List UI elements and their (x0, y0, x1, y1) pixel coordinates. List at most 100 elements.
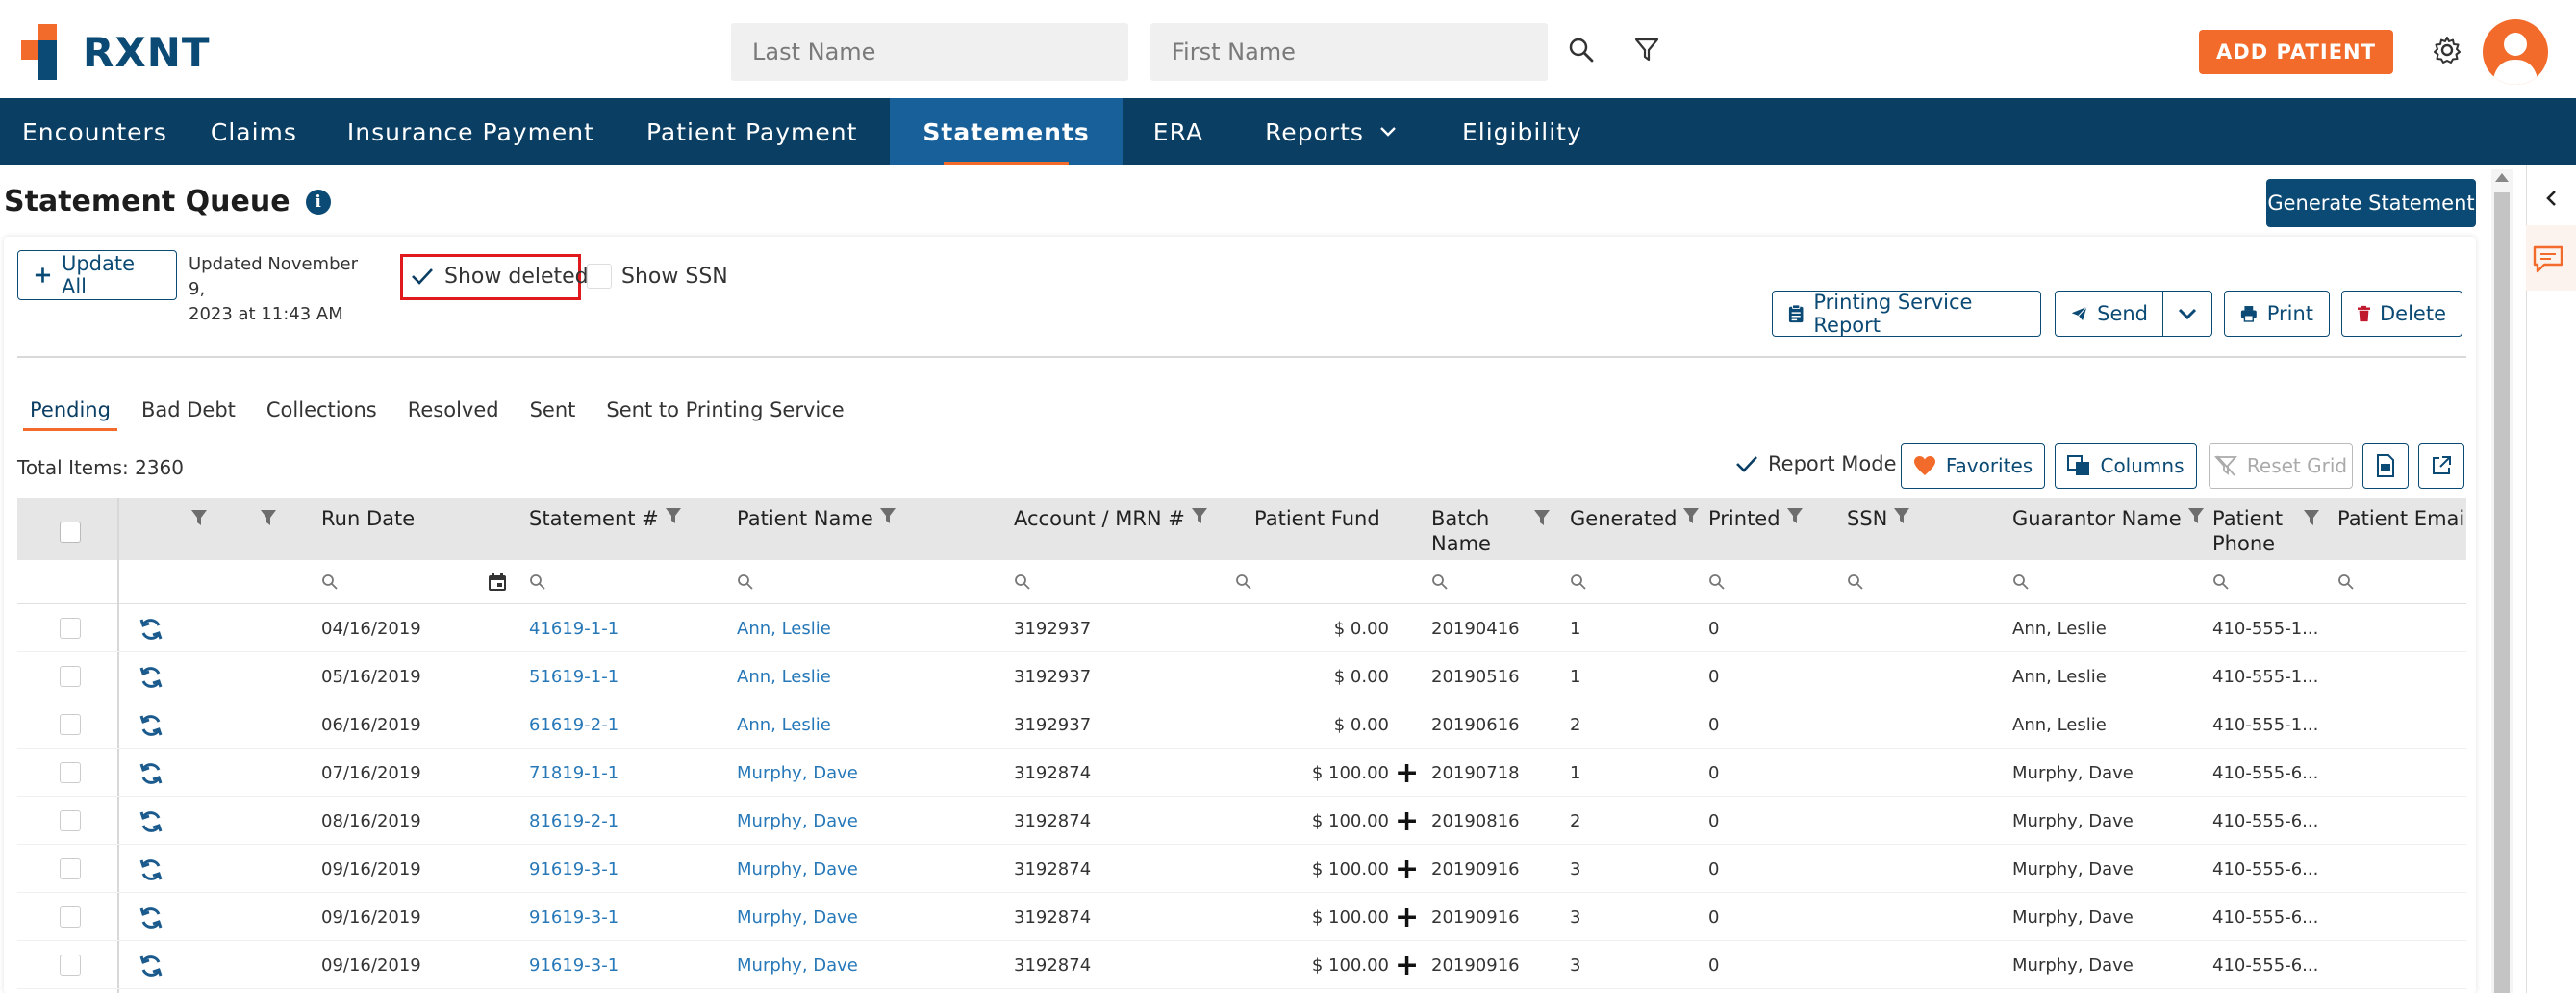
column-filter-icon[interactable] (1893, 506, 1910, 525)
cell-statement-link[interactable]: 81619-2-1 (529, 811, 619, 831)
chevron-left-icon[interactable] (2542, 189, 2562, 208)
column-filter-icon[interactable] (2303, 508, 2320, 527)
table-row[interactable]: 09/16/2019 91619-3-1 Murphy, Dave 319287… (17, 845, 2466, 893)
table-row[interactable]: 08/16/2019 81619-2-1 Murphy, Dave 319287… (17, 797, 2466, 845)
refresh-icon[interactable] (139, 857, 164, 882)
refresh-icon[interactable] (139, 905, 164, 930)
row-checkbox[interactable] (60, 666, 81, 687)
tab-bad-debt[interactable]: Bad Debt (129, 398, 248, 431)
nav-reports[interactable]: Reports (1236, 98, 1429, 166)
cell-statement-link[interactable]: 91619-3-1 (529, 955, 619, 976)
search-icon[interactable] (1847, 573, 1864, 591)
cell-statement-link[interactable]: 61619-2-1 (529, 715, 619, 735)
tab-sent-to-printing-service[interactable]: Sent to Printing Service (593, 398, 856, 431)
refresh-icon[interactable] (139, 665, 164, 690)
search-icon[interactable] (1014, 573, 1031, 591)
table-row[interactable]: 05/16/2019 51619-1-1 Ann, Leslie 3192937… (17, 652, 2466, 700)
row-checkbox[interactable] (60, 714, 81, 735)
header-generated[interactable]: Generated (1570, 506, 1700, 531)
tab-sent[interactable]: Sent (518, 398, 589, 431)
nav-insurance-payment[interactable]: Insurance Payment (326, 98, 627, 166)
tab-resolved[interactable]: Resolved (395, 398, 512, 431)
column-filter-icon[interactable] (190, 508, 208, 527)
refresh-icon[interactable] (139, 809, 164, 834)
update-all-button[interactable]: Update All (17, 250, 177, 300)
column-filter-icon[interactable] (879, 506, 897, 525)
row-checkbox[interactable] (60, 810, 81, 831)
nav-claims[interactable]: Claims (189, 98, 326, 166)
nav-era[interactable]: ERA (1123, 98, 1236, 166)
expand-plus-icon[interactable]: + (1395, 853, 1419, 886)
show-ssn-checkbox[interactable]: Show SSN (587, 264, 728, 289)
table-row[interactable]: 09/16/2019 91619-3-1 Murphy, Dave 319287… (17, 941, 2466, 989)
nav-encounters[interactable]: Encounters (0, 98, 189, 166)
generate-statement-button[interactable]: Generate Statement (2266, 179, 2476, 227)
favorites-button[interactable]: Favorites (1901, 443, 2045, 489)
first-name-input[interactable] (1150, 23, 1548, 81)
refresh-icon[interactable] (139, 761, 164, 786)
header-account-mrn[interactable]: Account / MRN # (1014, 506, 1208, 531)
printing-service-report-button[interactable]: Printing Service Report (1772, 291, 2041, 337)
cell-patient-link[interactable]: Murphy, Dave (737, 763, 858, 783)
column-filter-icon[interactable] (1682, 506, 1700, 525)
chat-bubble-icon[interactable] (2532, 242, 2564, 275)
expand-plus-icon[interactable]: + (1395, 756, 1419, 790)
search-icon[interactable] (529, 573, 546, 591)
nav-eligibility[interactable]: Eligibility (1429, 98, 1605, 166)
cell-statement-link[interactable]: 91619-3-1 (529, 859, 619, 879)
rxnt-logo[interactable]: RXNT (21, 24, 211, 80)
cell-patient-link[interactable]: Murphy, Dave (737, 811, 858, 831)
send-button[interactable]: Send (2055, 291, 2164, 337)
header-run-date[interactable]: Run Date (321, 506, 415, 531)
print-button[interactable]: Print (2224, 291, 2330, 337)
column-filter-icon[interactable] (1533, 508, 1551, 527)
header-ssn[interactable]: SSN (1847, 506, 1910, 531)
search-icon[interactable] (1235, 573, 1252, 591)
delete-button[interactable]: Delete (2341, 291, 2462, 337)
cell-patient-link[interactable]: Murphy, Dave (737, 907, 858, 928)
scroll-up-arrow-icon[interactable] (2495, 173, 2509, 182)
search-icon[interactable] (1562, 31, 1601, 69)
refresh-icon[interactable] (139, 954, 164, 979)
user-avatar[interactable] (2483, 19, 2548, 85)
refresh-icon[interactable] (139, 713, 164, 738)
cell-patient-link[interactable]: Ann, Leslie (737, 619, 831, 639)
column-filter-icon[interactable] (1786, 506, 1804, 525)
cell-patient-link[interactable]: Murphy, Dave (737, 955, 858, 976)
nav-patient-payment[interactable]: Patient Payment (627, 98, 890, 166)
header-patient-email[interactable]: Patient Email (2337, 506, 2466, 531)
search-icon[interactable] (2337, 573, 2355, 591)
expand-plus-icon[interactable]: + (1395, 804, 1419, 838)
search-icon[interactable] (1570, 573, 1587, 591)
table-row[interactable]: 04/16/2019 41619-1-1 Ann, Leslie 3192937… (17, 604, 2466, 652)
cell-statement-link[interactable]: 41619-1-1 (529, 619, 619, 639)
column-filter-icon[interactable] (665, 506, 682, 525)
expand-plus-icon[interactable]: + (1395, 949, 1419, 982)
calendar-icon[interactable] (487, 572, 508, 593)
column-filter-icon[interactable] (260, 508, 277, 527)
search-icon[interactable] (1431, 573, 1449, 591)
filter-icon[interactable] (1628, 31, 1666, 69)
header-patient-name[interactable]: Patient Name (737, 506, 897, 531)
show-deleted-checkbox[interactable]: Show deleted (410, 264, 589, 289)
cell-statement-link[interactable]: 71819-1-1 (529, 763, 619, 783)
header-printed[interactable]: Printed (1708, 506, 1804, 531)
column-filter-icon[interactable] (1191, 506, 1208, 525)
row-checkbox[interactable] (60, 618, 81, 639)
nav-statements[interactable]: Statements (890, 98, 1123, 166)
scrollbar-thumb[interactable] (2494, 192, 2510, 993)
header-guarantor-name[interactable]: Guarantor Name (2012, 506, 2205, 531)
tab-pending[interactable]: Pending (17, 398, 123, 431)
cell-statement-link[interactable]: 51619-1-1 (529, 667, 619, 687)
header-patient-phone[interactable]: Patient Phone (2212, 506, 2283, 556)
settings-gear-icon[interactable] (2428, 31, 2466, 69)
table-row[interactable]: 06/16/2019 61619-2-1 Ann, Leslie 3192937… (17, 700, 2466, 749)
send-dropdown-button[interactable] (2162, 291, 2212, 337)
header-statement-number[interactable]: Statement # (529, 506, 682, 531)
last-name-input[interactable] (731, 23, 1128, 81)
column-filter-icon[interactable] (2187, 506, 2205, 525)
page-scrollbar[interactable] (2491, 169, 2513, 993)
cell-patient-link[interactable]: Ann, Leslie (737, 667, 831, 687)
tab-collections[interactable]: Collections (254, 398, 390, 431)
table-row[interactable]: 09/16/2019 91619-3-1 Murphy, Dave 319287… (17, 893, 2466, 941)
